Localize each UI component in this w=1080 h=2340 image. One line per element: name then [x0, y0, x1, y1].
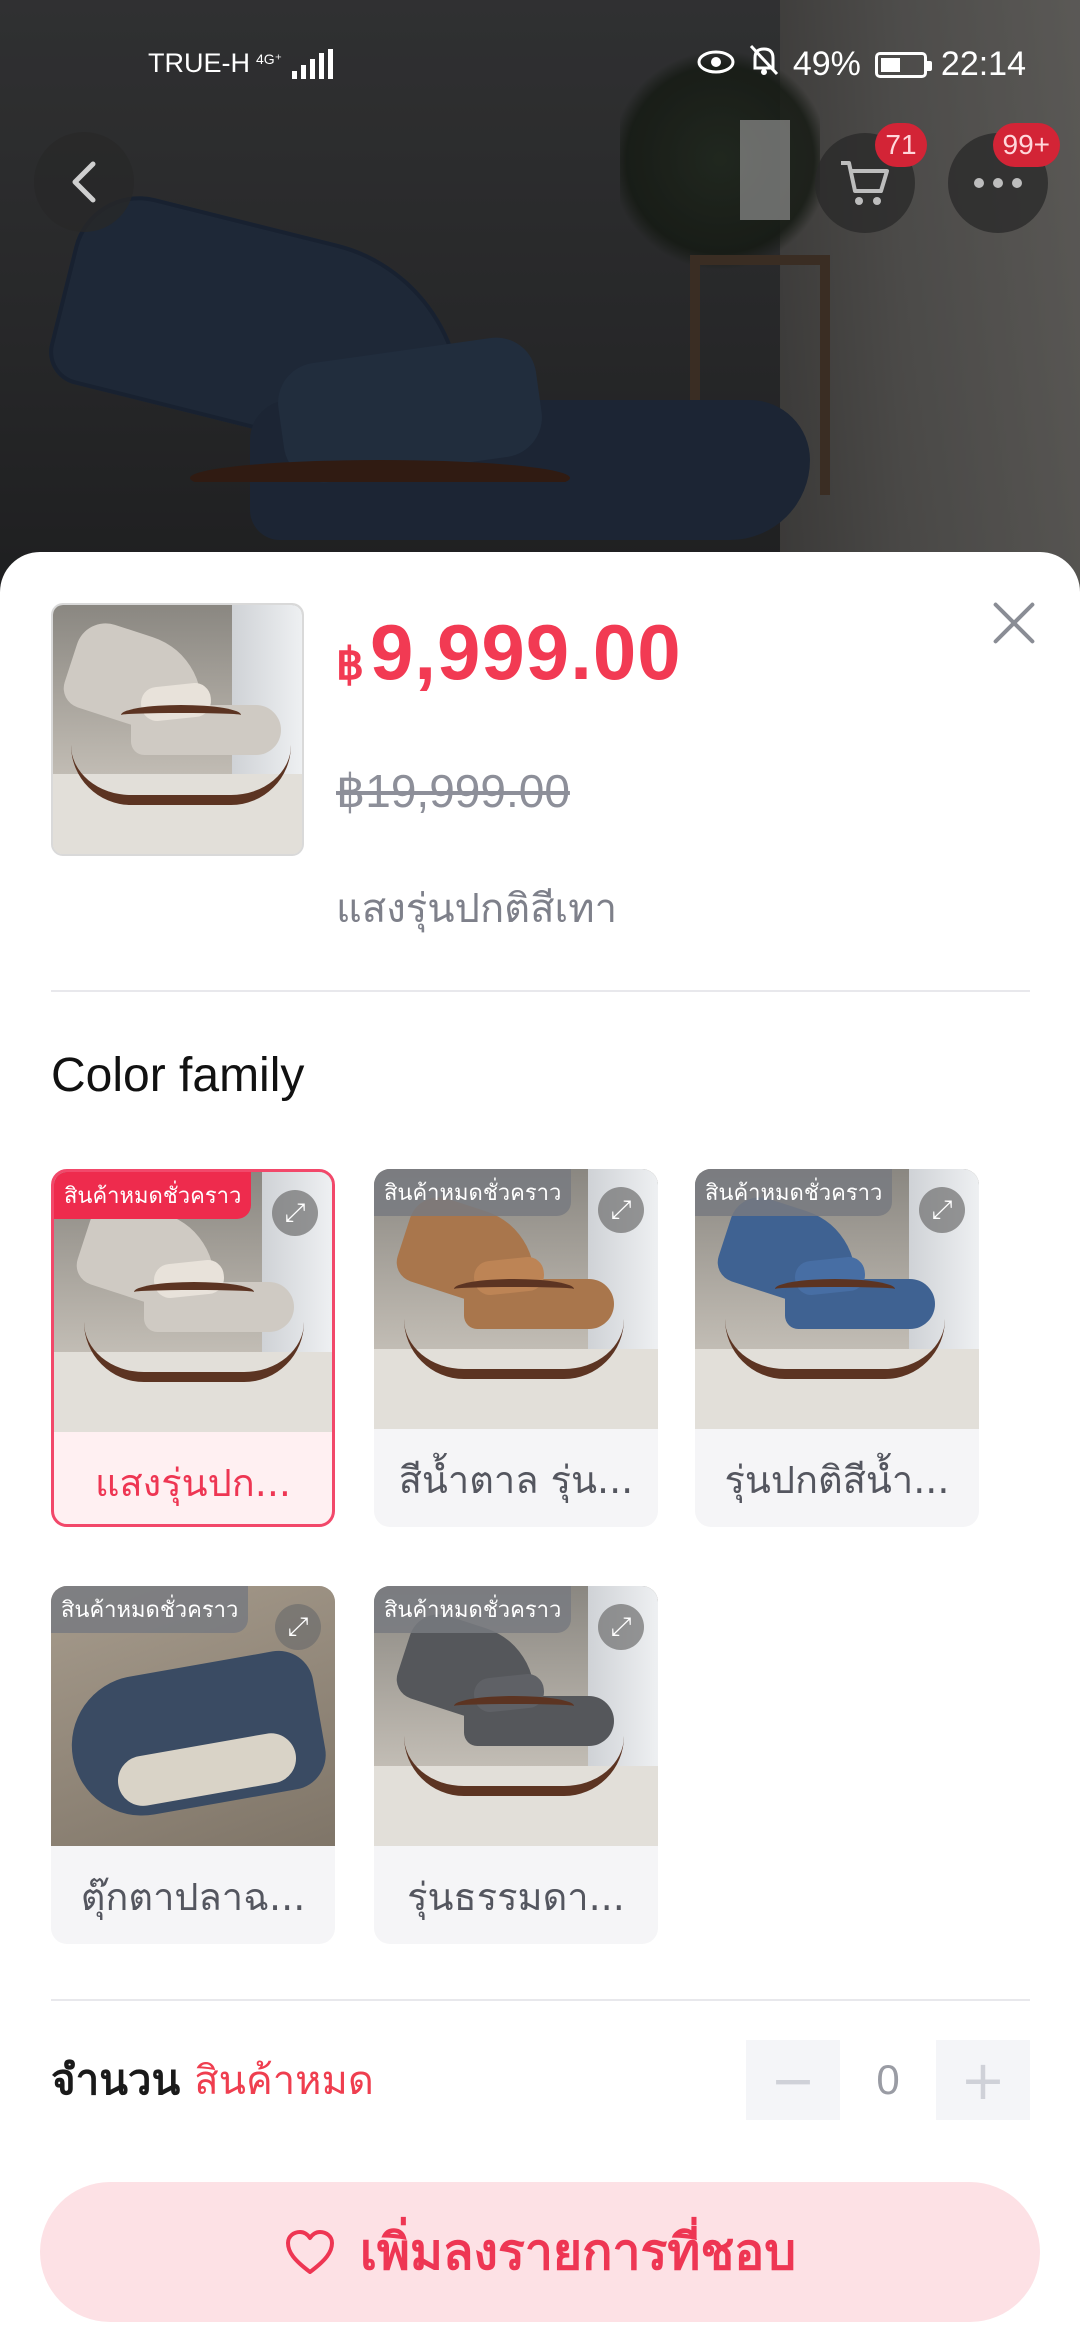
system-indicators: 49% 22:14: [697, 44, 1026, 85]
expand-icon[interactable]: ⤢: [919, 1187, 965, 1233]
variant-card[interactable]: สินค้าหมดชั่วคราว ⤢ สีน้ำตาล รุ่น...: [374, 1169, 658, 1527]
product-hero-image: TRUE-H 4G⁺ 49% 22:14 71 99+: [0, 0, 1080, 600]
variant-card[interactable]: สินค้าหมดชั่วคราว ⤢ แสงรุ่นปก...: [51, 1169, 335, 1527]
original-price: ฿19,999.00: [336, 765, 570, 817]
more-button[interactable]: 99+: [948, 123, 1060, 233]
selected-variant-name: แสงรุ่นปกติสีเทา: [336, 886, 618, 932]
out-of-stock-tag: สินค้าหมดชั่วคราว: [54, 1172, 252, 1219]
battery-percent: 49%: [792, 45, 861, 83]
wishlist-button-label: เพิ่มลงรายการที่ชอบ: [359, 2222, 797, 2281]
status-bar: TRUE-H 4G⁺ 49% 22:14: [0, 0, 1080, 130]
cart-button[interactable]: 71: [815, 123, 927, 233]
out-of-stock-tag: สินค้าหมดชั่วคราว: [374, 1586, 572, 1633]
add-to-wishlist-button[interactable]: เพิ่มลงรายการที่ชอบ: [40, 2182, 1040, 2322]
variant-card[interactable]: สินค้าหมดชั่วคราว ⤢ ตุ๊กตาปลาฉ...: [51, 1586, 335, 1944]
variant-label: รุ่นปกติสีน้ำ...: [724, 1457, 950, 1502]
increment-button[interactable]: +: [936, 2040, 1030, 2120]
quantity-value: 0: [876, 2056, 900, 2103]
expand-icon[interactable]: ⤢: [275, 1604, 321, 1650]
carrier-name: TRUE-H: [148, 48, 250, 78]
out-of-stock-tag: สินค้าหมดชั่วคราว: [51, 1586, 249, 1633]
carrier-info: TRUE-H 4G⁺: [148, 48, 334, 79]
variant-card[interactable]: สินค้าหมดชั่วคราว ⤢ รุ่นปกติสีน้ำ...: [695, 1169, 979, 1527]
variant-bottom-sheet: ฿ 9,999.00 ฿19,999.00 แสงรุ่นปกติสีเทา C…: [0, 552, 1080, 2340]
cart-count-badge: 71: [875, 123, 927, 167]
currency-symbol: ฿: [336, 640, 364, 689]
expand-icon[interactable]: ⤢: [272, 1190, 318, 1236]
clock: 22:14: [940, 45, 1026, 83]
out-of-stock-tag: สินค้าหมดชั่วคราว: [374, 1169, 572, 1216]
variant-label: ตุ๊กตาปลาฉ...: [80, 1874, 306, 1919]
quantity-label-row: จำนวน สินค้าหมด: [51, 2047, 374, 2113]
eye-icon: [697, 45, 735, 84]
price-value: 9,999.00: [370, 608, 682, 696]
quantity-label: จำนวน: [51, 2055, 181, 2104]
decrement-button[interactable]: −: [746, 2040, 840, 2120]
battery-icon: [874, 51, 932, 78]
section-title-color-family: Color family: [51, 1049, 305, 1102]
close-icon[interactable]: [990, 600, 1036, 646]
quantity-stepper[interactable]: − 0 +: [746, 2040, 1030, 2120]
variant-label: รุ่นธรรมดา...: [407, 1874, 625, 1919]
expand-icon[interactable]: ⤢: [598, 1604, 644, 1650]
divider: [51, 990, 1030, 992]
back-button[interactable]: [34, 132, 134, 232]
variant-label: แสงรุ่นปก...: [95, 1460, 291, 1505]
divider: [51, 1999, 1030, 2001]
notification-count-badge: 99+: [992, 123, 1060, 167]
more-icon: [974, 178, 1022, 188]
variant-card[interactable]: สินค้าหมดชั่วคราว ⤢ รุ่นธรรมดา...: [374, 1586, 658, 1944]
network-type: 4G⁺: [256, 50, 283, 67]
chevron-left-icon: [72, 161, 96, 203]
selected-variant-thumbnail[interactable]: [51, 603, 304, 856]
stock-status: สินค้าหมด: [194, 2058, 374, 2104]
out-of-stock-tag: สินค้าหมดชั่วคราว: [695, 1169, 893, 1216]
bell-muted-icon: [749, 44, 779, 85]
current-price: ฿ 9,999.00: [336, 607, 682, 698]
signal-icon: [292, 48, 334, 79]
expand-icon[interactable]: ⤢: [598, 1187, 644, 1233]
heart-icon: [285, 2230, 334, 2274]
variant-label: สีน้ำตาล รุ่น...: [398, 1457, 634, 1502]
